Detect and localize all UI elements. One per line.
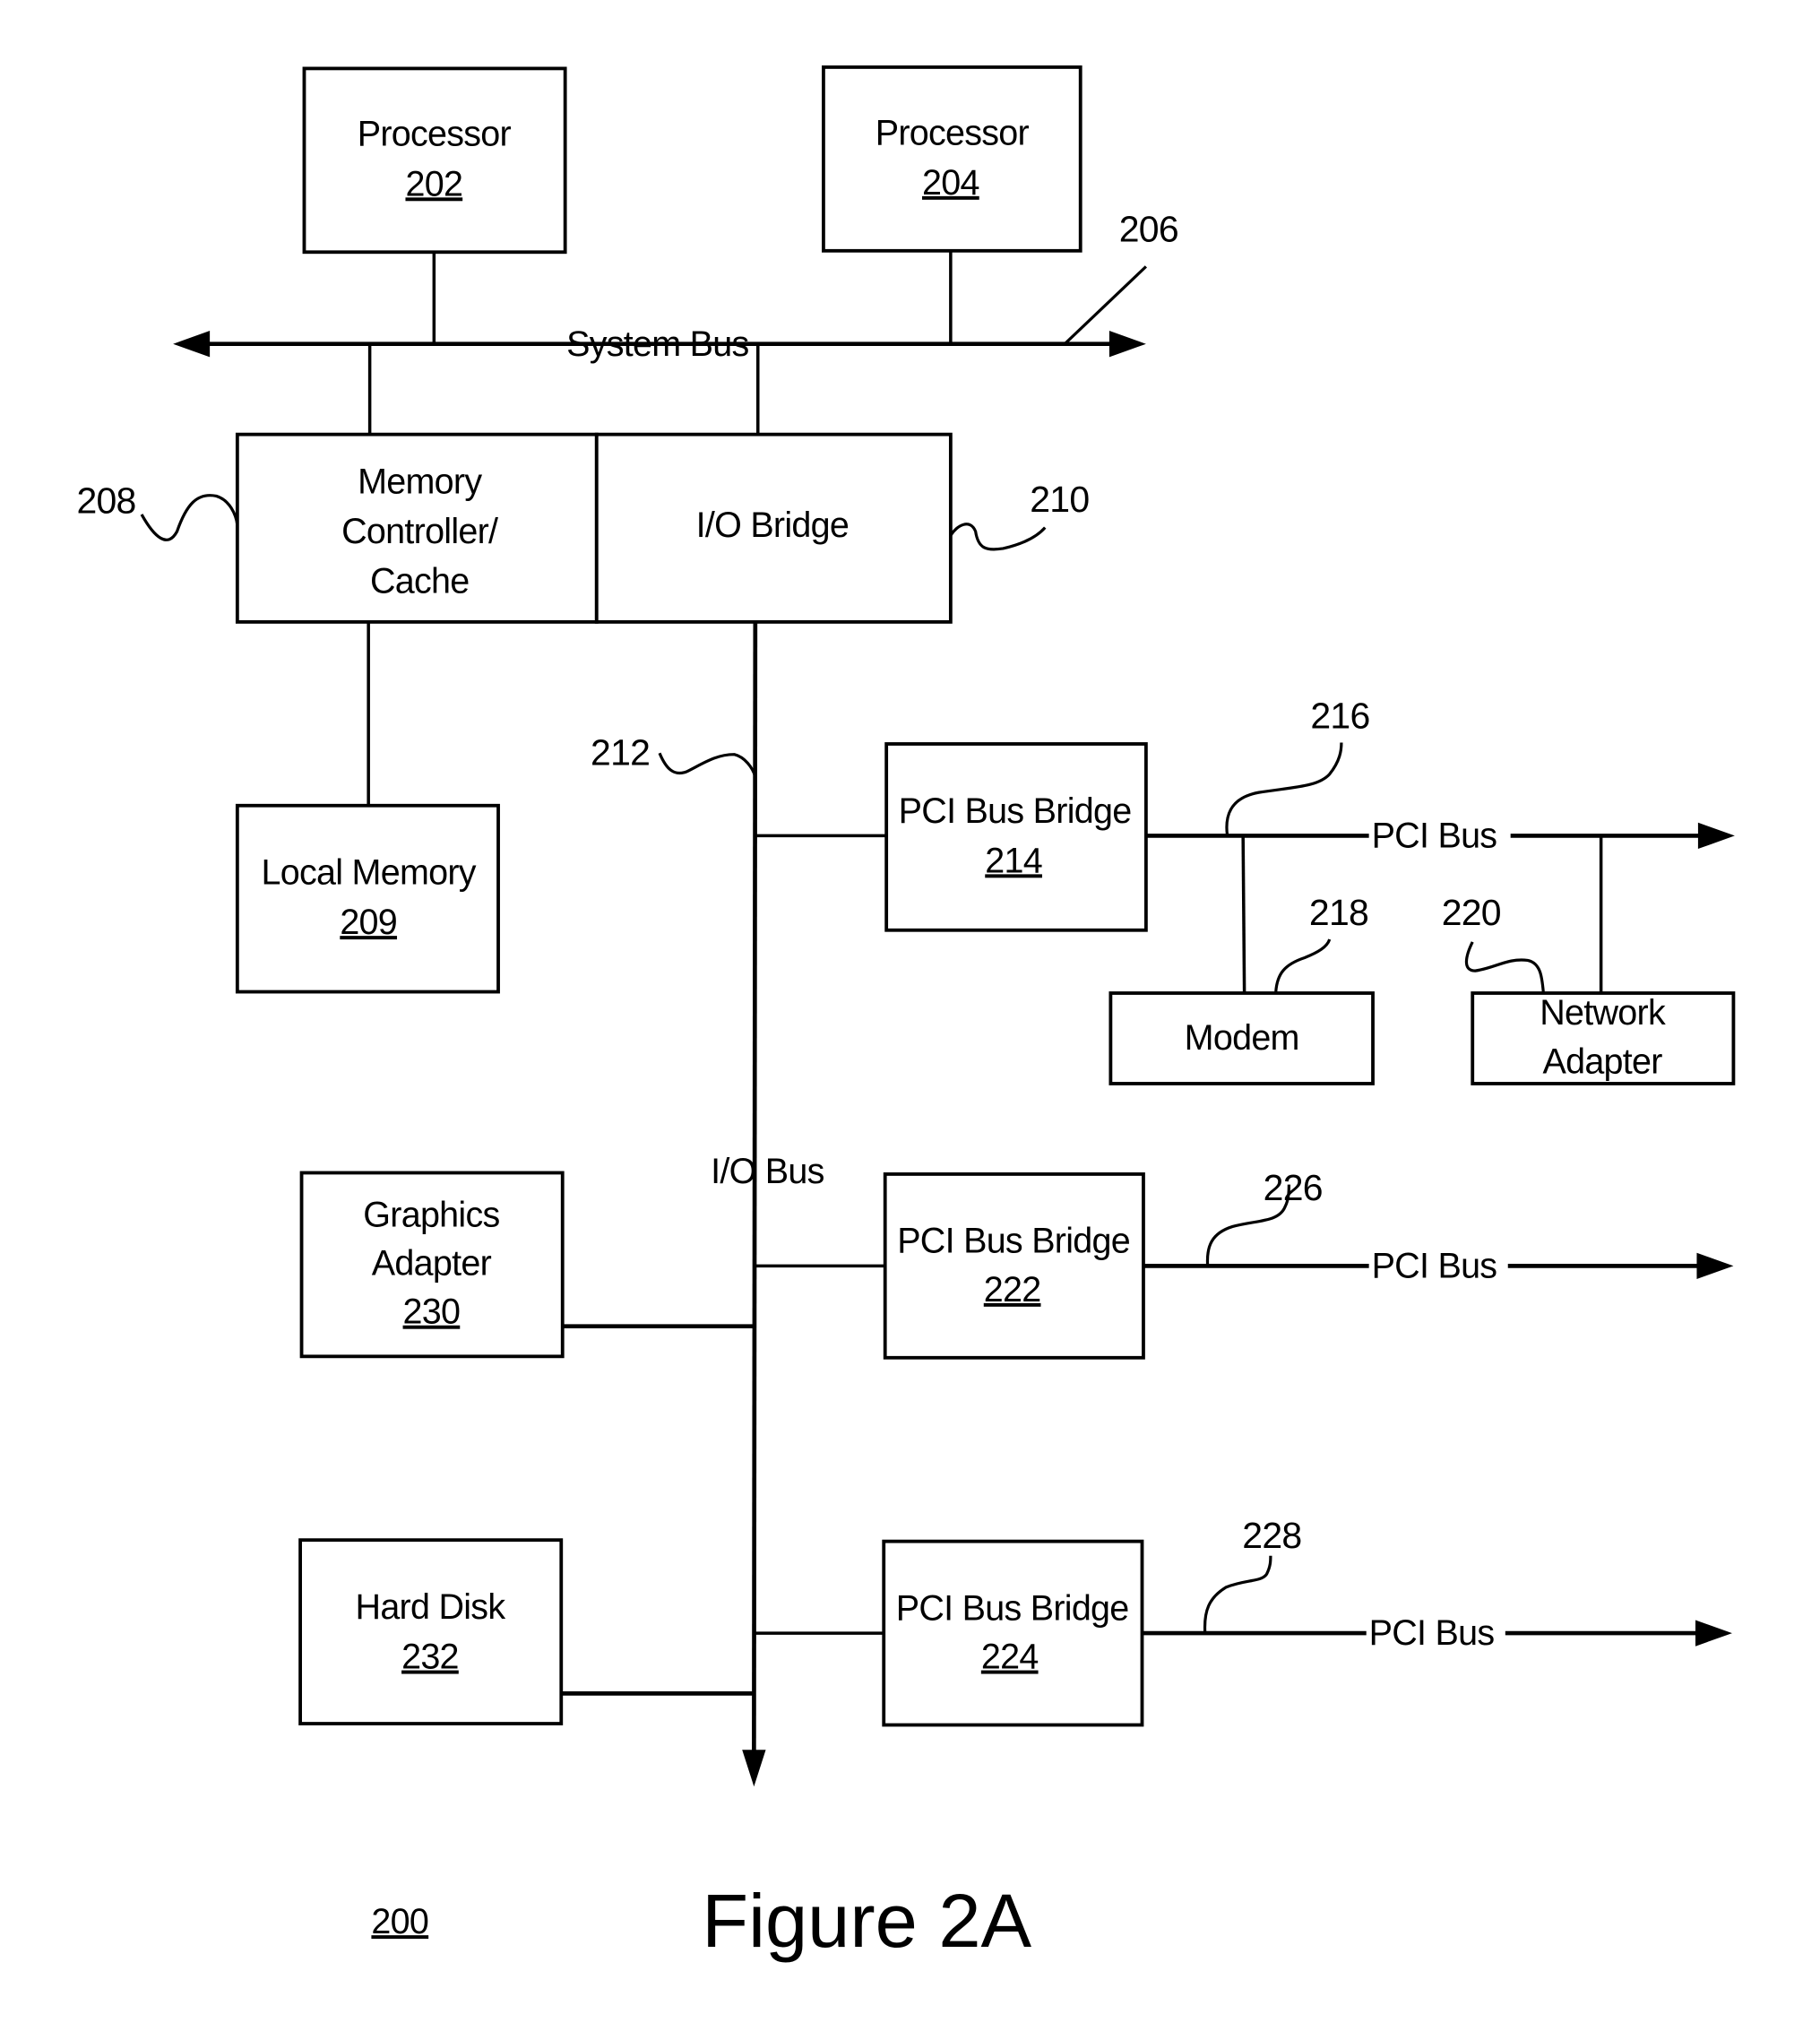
graphics-adapter-line-2: Adapter [372, 1244, 492, 1284]
ref-210: 210 [1030, 479, 1089, 520]
arrow-down-icon [742, 1750, 766, 1787]
pci-bus-226: PCI Bus [1143, 1247, 1734, 1286]
processor-202-label: Processor [358, 115, 512, 154]
block-diagram: System Bus 206 Processor 202 Processor 2… [76, 65, 1736, 1963]
processor-202: Processor 202 [302, 66, 567, 255]
ref-208: 208 [76, 480, 135, 521]
arrow-right-icon [1108, 331, 1146, 358]
ref-218: 218 [1309, 892, 1368, 933]
graphics-adapter-line-1: Graphics [363, 1195, 499, 1234]
ref-220: 220 [1442, 892, 1501, 933]
io-bus: I/O Bus [711, 621, 824, 1787]
modem-label: Modem [1185, 1018, 1299, 1058]
modem: Modem [1108, 991, 1375, 1085]
arrow-left-icon [173, 331, 211, 358]
memory-controller-cache: Memory Controller/ Cache [235, 432, 599, 624]
arrow-right-icon [1696, 1252, 1734, 1279]
io-bus-label: I/O Bus [711, 1152, 824, 1191]
pci-bus-bridge-222-ref: 222 [984, 1270, 1041, 1310]
ref-206: 206 [1119, 209, 1178, 250]
local-memory-ref: 209 [340, 903, 397, 942]
figure-title: Figure 2A [702, 1878, 1031, 1963]
network-adapter-line-1: Network [1540, 993, 1666, 1033]
pci-bus-bridge-222: PCI Bus Bridge 222 [883, 1172, 1145, 1360]
pci-bus-216-label: PCI Bus [1372, 817, 1497, 856]
figure-reference-200: 200 [371, 1902, 428, 1941]
graphics-adapter: Graphics Adapter 230 [299, 1171, 565, 1359]
pci-bus-228: PCI Bus [1142, 1613, 1732, 1653]
leader-210 [949, 523, 1047, 551]
memory-controller-line-1: Memory [358, 462, 482, 502]
leader-218 [1274, 938, 1332, 992]
local-memory-label: Local Memory [262, 853, 477, 893]
io-bridge: I/O Bridge [594, 432, 953, 624]
pci-bus-228-label: PCI Bus [1369, 1613, 1495, 1653]
pci-bus-bridge-214: PCI Bus Bridge 214 [884, 742, 1148, 932]
system-bus-label: System Bus [566, 324, 748, 364]
system-bus: System Bus [173, 324, 1146, 364]
ref-216: 216 [1310, 695, 1369, 736]
leader-212 [658, 752, 757, 778]
pci-bus-bridge-224-label: PCI Bus Bridge [896, 1588, 1129, 1628]
processor-204: Processor 204 [822, 65, 1083, 253]
hard-disk: Hard Disk 232 [298, 1538, 564, 1725]
arrow-right-icon [1697, 822, 1735, 850]
ref-228: 228 [1242, 1515, 1301, 1556]
pci-bus-bridge-224: PCI Bus Bridge 224 [882, 1539, 1144, 1727]
leader-228 [1203, 1555, 1272, 1634]
leader-206 [1064, 265, 1147, 345]
pci-bus-216: PCI Bus [1145, 817, 1735, 856]
hard-disk-label: Hard Disk [356, 1587, 506, 1627]
hard-disk-ref: 232 [401, 1638, 459, 1677]
network-adapter: Network Adapter [1471, 991, 1736, 1085]
processor-204-label: Processor [875, 113, 1030, 152]
processor-204-ref: 204 [922, 163, 979, 203]
local-memory: Local Memory 209 [235, 803, 500, 994]
pci-bus-226-label: PCI Bus [1372, 1247, 1497, 1286]
leader-216 [1225, 742, 1343, 836]
pci-bus-bridge-222-label: PCI Bus Bridge [897, 1222, 1130, 1261]
ref-212: 212 [591, 731, 650, 773]
processor-202-ref: 202 [405, 164, 462, 203]
arrow-right-icon [1695, 1620, 1732, 1647]
graphics-adapter-ref: 230 [403, 1292, 461, 1332]
connector-modem [1241, 835, 1246, 994]
pci-bus-bridge-224-ref: 224 [981, 1638, 1039, 1677]
leader-208 [140, 494, 239, 541]
leader-220 [1464, 941, 1545, 992]
ref-226: 226 [1264, 1167, 1323, 1208]
pci-bus-bridge-214-label: PCI Bus Bridge [899, 791, 1132, 831]
memory-controller-line-3: Cache [370, 562, 470, 601]
io-bridge-label: I/O Bridge [696, 506, 850, 545]
network-adapter-line-2: Adapter [1542, 1042, 1662, 1081]
memory-controller-line-2: Controller/ [341, 512, 498, 551]
pci-bus-bridge-214-ref: 214 [985, 841, 1042, 880]
